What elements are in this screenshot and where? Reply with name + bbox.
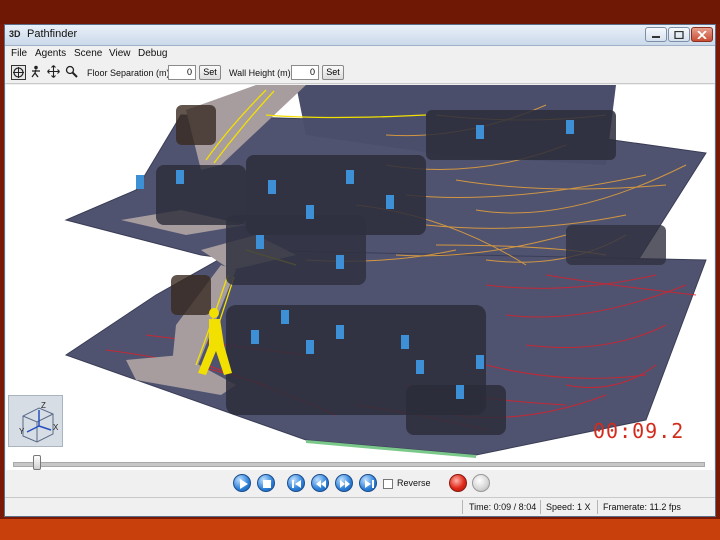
minimize-button[interactable] (645, 27, 667, 42)
record-button[interactable] (449, 474, 467, 492)
timeline-slider[interactable] (5, 452, 715, 472)
status-speed: Speed: 1 X (546, 502, 591, 512)
agent-tool-icon[interactable] (29, 65, 44, 80)
status-separator (462, 500, 463, 514)
menu-bar: File Agents Scene View Debug (5, 46, 715, 62)
simulation-timer: 00:09.2 (593, 419, 685, 443)
move-tool-icon[interactable] (11, 65, 26, 80)
wall-set-button[interactable]: Set (322, 65, 344, 80)
record-stop-button[interactable] (472, 474, 490, 492)
app-window: 3D Pathfinder File Agents Scene View Deb… (4, 24, 716, 517)
status-framerate: Framerate: 11.2 fps (603, 502, 681, 512)
floor-separation-input[interactable]: 0 (168, 65, 196, 80)
stop-button[interactable] (257, 474, 275, 492)
timeline-thumb[interactable] (33, 455, 42, 470)
menu-agents[interactable]: Agents (35, 48, 66, 59)
zoom-tool-icon[interactable] (65, 65, 80, 80)
axis-gizmo[interactable]: Z X Y (8, 395, 63, 447)
status-separator (540, 500, 541, 514)
wall-height-input[interactable]: 0 (291, 65, 319, 80)
status-time: Time: 0:09 / 8:04 (469, 502, 537, 512)
status-bar: Time: 0:09 / 8:04 Speed: 1 X Framerate: … (5, 497, 715, 517)
axis-x-label: X (53, 423, 59, 432)
axis-y-label: Y (19, 427, 25, 436)
play-button[interactable] (233, 474, 251, 492)
wall-height-label: Wall Height (m): (229, 68, 294, 78)
floor-separation-label: Floor Separation (m): (87, 68, 173, 78)
crowd-simulation-scene (64, 85, 707, 458)
rewind-button[interactable] (311, 474, 329, 492)
reverse-label[interactable]: Reverse (397, 478, 431, 488)
close-button[interactable] (691, 27, 713, 42)
axis-z-label: Z (41, 401, 46, 410)
menu-file[interactable]: File (11, 48, 27, 59)
toolbar: Floor Separation (m): 0 Set Wall Height … (5, 63, 715, 84)
timeline-track[interactable] (13, 462, 705, 467)
app-logo-icon: 3D (9, 29, 21, 39)
slide-bottom-band (0, 519, 720, 540)
skip-to-start-button[interactable] (287, 474, 305, 492)
pan-tool-icon[interactable] (47, 65, 62, 80)
skip-to-end-button[interactable] (359, 474, 377, 492)
slide-top-band (0, 0, 720, 24)
window-title: Pathfinder (27, 28, 78, 40)
status-separator (597, 500, 598, 514)
fast-forward-button[interactable] (335, 474, 353, 492)
menu-view[interactable]: View (109, 48, 131, 59)
menu-debug[interactable]: Debug (138, 48, 167, 59)
floor-set-button[interactable]: Set (199, 65, 221, 80)
reverse-checkbox[interactable] (383, 479, 393, 489)
menu-scene[interactable]: Scene (74, 48, 102, 59)
maximize-button[interactable] (668, 27, 690, 42)
title-bar[interactable]: 3D Pathfinder (5, 25, 715, 46)
3d-viewport[interactable]: Z X Y 00:09.2 (6, 85, 714, 470)
transport-controls: Reverse (5, 472, 715, 496)
